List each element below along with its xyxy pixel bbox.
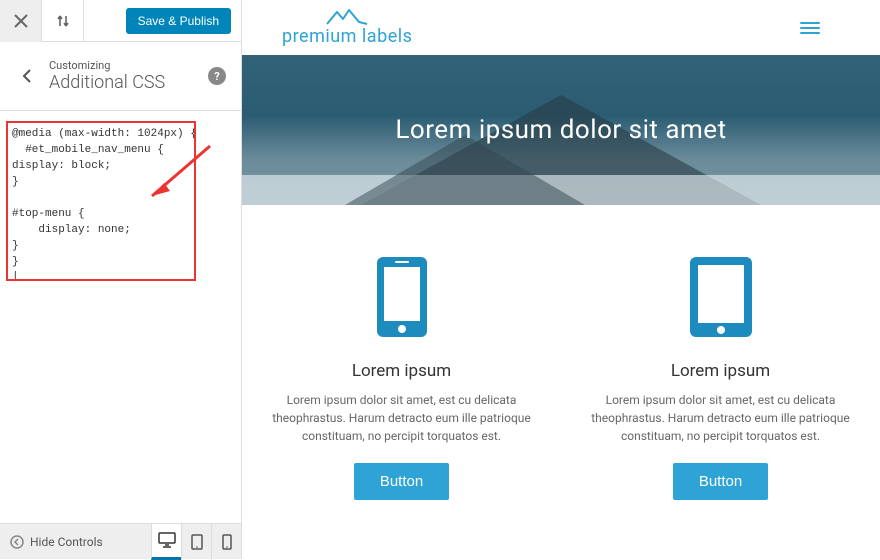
close-icon (14, 14, 28, 28)
card-body: Lorem ipsum dolor sit amet, est cu delic… (591, 391, 850, 445)
hide-controls-button[interactable]: Hide Controls (0, 535, 113, 549)
hamburger-icon (800, 22, 820, 24)
tablet-device-icon (688, 255, 754, 339)
device-mobile-button[interactable] (211, 524, 241, 560)
customizer-panel: Save & Publish Customizing Additional CS… (0, 0, 242, 559)
help-button[interactable]: ? (208, 67, 226, 85)
section-title: Additional CSS (49, 72, 208, 93)
card-button[interactable]: Button (673, 463, 768, 500)
card-body: Lorem ipsum dolor sit amet, est cu delic… (272, 391, 531, 445)
chevron-left-icon (22, 68, 32, 84)
section-header: Customizing Additional CSS ? (0, 42, 241, 111)
phone-icon (375, 255, 429, 339)
feature-card: Lorem ipsum Lorem ipsum dolor sit amet, … (591, 255, 850, 500)
site-header: premium labels (242, 0, 880, 55)
card-title: Lorem ipsum (591, 361, 850, 381)
customizer-bottombar: Hide Controls (0, 523, 241, 559)
customizer-topbar: Save & Publish (0, 0, 241, 42)
mountain-logo-icon (325, 8, 369, 26)
card-title: Lorem ipsum (272, 361, 531, 381)
save-publish-button[interactable]: Save & Publish (126, 8, 231, 34)
css-editor-area (0, 111, 241, 295)
desktop-icon (158, 532, 176, 548)
site-logo[interactable]: premium labels (282, 8, 412, 47)
feature-card: Lorem ipsum Lorem ipsum dolor sit amet, … (272, 255, 531, 500)
customizing-label: Customizing (49, 59, 208, 72)
preview-pane: premium labels Lorem ipsum dolor sit ame… (242, 0, 880, 559)
hero-section: Lorem ipsum dolor sit amet (242, 55, 880, 205)
hero-title: Lorem ipsum dolor sit amet (395, 115, 726, 145)
help-icon: ? (214, 70, 219, 83)
css-textarea[interactable] (6, 121, 196, 281)
sort-icon (56, 14, 70, 28)
reorder-button[interactable] (42, 0, 84, 42)
section-titles: Customizing Additional CSS (49, 59, 208, 93)
collapse-icon (10, 535, 24, 549)
menu-toggle-button[interactable] (800, 19, 820, 37)
close-button[interactable] (0, 0, 42, 42)
device-desktop-button[interactable] (151, 524, 181, 560)
device-tablet-button[interactable] (181, 524, 211, 560)
card-button[interactable]: Button (354, 463, 449, 500)
cards-row: Lorem ipsum Lorem ipsum dolor sit amet, … (242, 205, 880, 520)
tablet-icon (190, 534, 204, 550)
logo-text: premium labels (282, 26, 412, 47)
hide-controls-label: Hide Controls (30, 535, 103, 549)
device-switcher (151, 524, 241, 560)
back-button[interactable] (15, 52, 39, 100)
mobile-icon (222, 534, 232, 550)
